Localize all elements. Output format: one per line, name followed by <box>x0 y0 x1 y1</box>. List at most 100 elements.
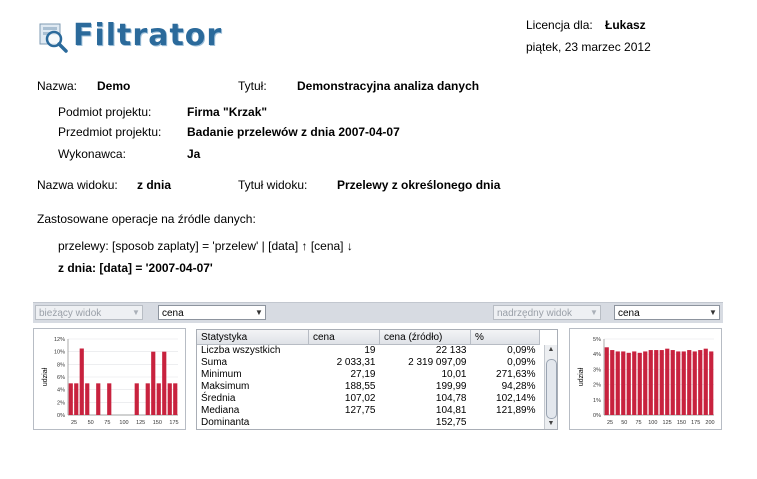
table-row[interactable]: Minimum 27,19 10,01 271,63% <box>197 369 540 381</box>
histogram-bar <box>79 348 84 415</box>
project-name-label: Nazwa: <box>37 79 78 93</box>
y-tick-label: 0% <box>57 413 65 419</box>
histogram-bar <box>68 383 73 415</box>
operation-line-przelewy: przelewy: [sposob zaplaty] = 'przelew' |… <box>58 239 353 253</box>
table-row[interactable]: Dominanta 152,75 <box>197 417 540 429</box>
histogram-bar <box>145 383 150 415</box>
scroll-down-icon[interactable]: ▼ <box>545 419 557 429</box>
table-cell <box>309 417 380 429</box>
table-row[interactable]: Liczba wszystkich 19 22 133 0,09% <box>197 345 540 358</box>
right-histogram: udział 0% 1% 2% 3% 4% 5% 25 50 75 100 125 150 175 200 <box>569 328 722 430</box>
project-name-value: Demo <box>97 79 131 93</box>
histogram-bar <box>621 351 626 415</box>
y-axis-label: udział <box>578 367 585 386</box>
y-tick-label: 2% <box>593 383 601 389</box>
table-cell: 0,09% <box>507 357 536 368</box>
y-tick-label: 10% <box>54 350 65 356</box>
contractor-label: Wykonawca: <box>58 147 126 161</box>
column-header-cena[interactable]: cena <box>308 330 380 345</box>
table-cell: 271,63% <box>496 369 536 380</box>
left-field-select[interactable]: cena ▼ <box>158 305 266 320</box>
filtrator-logo: Filtrator <box>37 18 222 58</box>
y-tick-label: 0% <box>593 413 601 419</box>
y-axis-label: udział <box>42 367 49 386</box>
logo-wordmark: Filtrator <box>73 18 223 53</box>
contractor-value: Ja <box>187 147 201 161</box>
y-tick-label: 4% <box>593 352 601 358</box>
y-tick-label: 5% <box>593 337 601 343</box>
column-header-cena-zrodlo[interactable]: cena (źródło) <box>379 330 471 345</box>
table-cell: Suma <box>201 357 228 368</box>
x-tick-label: 125 <box>663 420 672 426</box>
table-vertical-scrollbar[interactable]: ▲ ▼ <box>544 345 557 429</box>
right-view-select-value: nadrzędny widok <box>497 308 573 319</box>
y-tick-label: 3% <box>593 367 601 373</box>
table-row[interactable]: Suma 2 033,31 2 319 097,09 0,09% <box>197 357 540 369</box>
histogram-bar <box>670 350 675 415</box>
table-cell: 121,89% <box>496 405 536 416</box>
histogram-bar <box>681 351 686 415</box>
table-header-row: Statystyka cena cena (źródło) % <box>197 330 540 345</box>
histogram-bar <box>173 383 178 415</box>
subject-label: Podmiot projektu: <box>58 105 152 119</box>
table-cell: 19 <box>364 345 376 356</box>
histogram-bar <box>676 351 681 415</box>
table-cell: 2 319 097,09 <box>408 357 467 368</box>
table-cell: 104,78 <box>435 393 467 404</box>
table-cell: 0,09% <box>507 345 536 356</box>
histogram-bar <box>604 347 609 415</box>
histogram-bar <box>151 351 156 415</box>
left-histogram-svg: udział 0% 2% 4% 6% 8% 10% 12% 25 50 75 100 125 150 175 <box>42 337 179 426</box>
table-row[interactable]: Maksimum 188,55 199,99 94,28% <box>197 381 540 393</box>
scrollbar-thumb[interactable] <box>546 359 557 419</box>
x-tick-label: 75 <box>636 420 642 426</box>
column-header-percent[interactable]: % <box>470 330 540 345</box>
histogram-bar <box>659 350 664 415</box>
magnifier-icon <box>39 23 68 53</box>
histogram-bar <box>637 352 642 415</box>
table-cell: Średnia <box>201 393 236 404</box>
histogram-bar <box>709 351 714 415</box>
object-value: Badanie przelewów z dnia 2007-04-07 <box>187 125 400 139</box>
x-tick-label: 100 <box>648 420 657 426</box>
y-tick-label: 6% <box>57 375 65 381</box>
table-row[interactable]: Średnia 107,02 104,78 102,14% <box>197 393 540 405</box>
chevron-down-icon: ▼ <box>590 308 598 317</box>
y-tick-label: 4% <box>57 388 65 394</box>
table-cell: Minimum <box>201 369 242 380</box>
table-row[interactable]: Mediana 127,75 104,81 121,89% <box>197 405 540 417</box>
histogram-bar <box>96 383 101 415</box>
x-tick-label: 150 <box>153 420 162 426</box>
table-cell: 104,81 <box>435 405 467 416</box>
histogram-bar <box>654 350 659 415</box>
table-cell: 2 033,31 <box>336 357 376 368</box>
column-header-statystyka[interactable]: Statystyka <box>197 330 309 345</box>
histogram-bar <box>610 350 615 415</box>
histogram-bar <box>615 351 620 415</box>
histogram-bar <box>626 352 631 415</box>
license-user: Łukasz <box>605 18 646 32</box>
subject-value: Firma "Krzak" <box>187 105 268 119</box>
histogram-bar <box>107 383 112 415</box>
right-field-select[interactable]: cena ▼ <box>614 305 720 320</box>
histogram-bar <box>85 383 90 415</box>
table-cell: Maksimum <box>201 381 250 392</box>
table-cell: Liczba wszystkich <box>201 345 281 356</box>
table-cell: 22 133 <box>435 345 467 356</box>
scroll-up-icon[interactable]: ▲ <box>545 345 557 355</box>
object-label: Przedmiot projektu: <box>58 125 162 139</box>
x-tick-label: 175 <box>691 420 700 426</box>
chevron-down-icon: ▼ <box>132 308 140 317</box>
x-tick-label: 175 <box>169 420 178 426</box>
y-tick-label: 2% <box>57 400 65 406</box>
view-title-label: Tytuł widoku: <box>238 178 308 192</box>
x-tick-label: 25 <box>607 420 613 426</box>
left-field-select-value: cena <box>162 308 184 319</box>
view-name-label: Nazwa widoku: <box>37 178 118 192</box>
project-title-label: Tytuł: <box>238 79 267 93</box>
x-tick-label: 25 <box>71 420 77 426</box>
table-cell: Dominanta <box>201 417 250 428</box>
view-title-value: Przelewy z określonego dnia <box>337 178 501 192</box>
statistics-grid: Statystyka cena cena (źródło) % Liczba w… <box>197 330 540 429</box>
x-tick-label: 50 <box>621 420 627 426</box>
